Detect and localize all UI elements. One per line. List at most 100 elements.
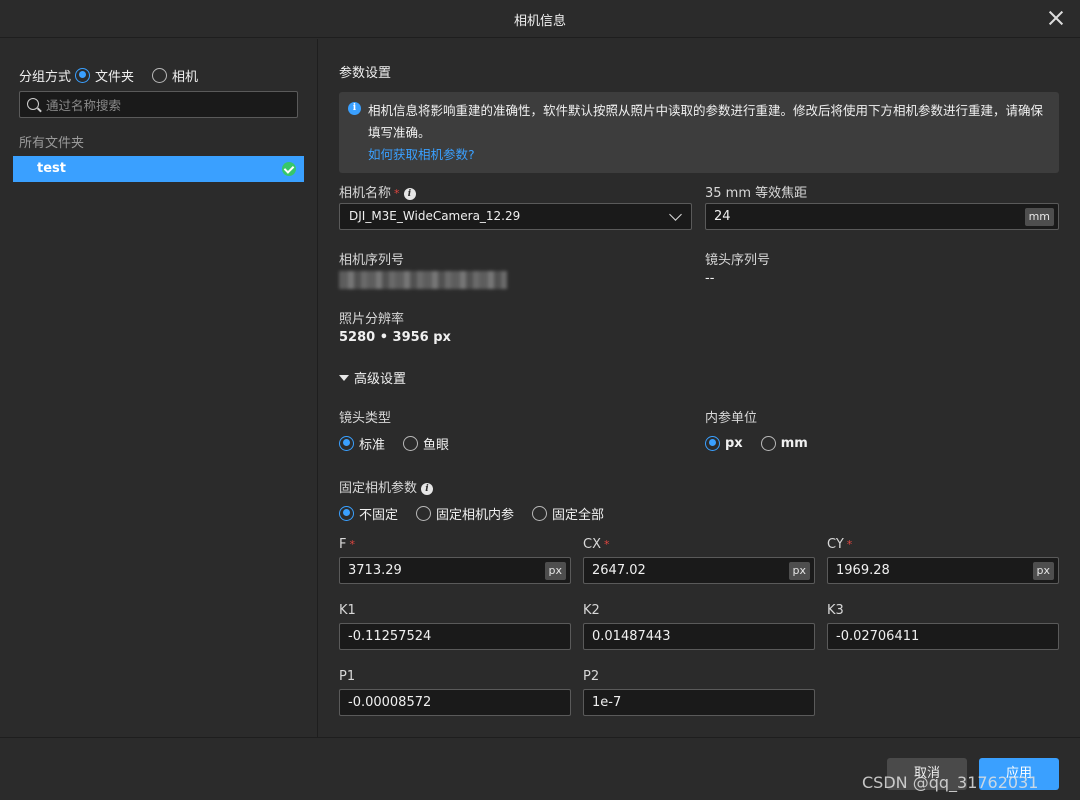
how-to-get-params-link[interactable]: 如何获取相机参数? [368,144,475,163]
resolution-value: 5280 • 3956 px [339,330,451,345]
focal-length-value: 24 [714,209,731,224]
folder-item-test[interactable]: test [13,156,304,182]
fix-all-label: 固定全部 [552,507,605,523]
radio-selected-icon [705,435,720,451]
radio-unselected-icon [403,435,419,451]
required-mark: * [603,538,610,551]
unit-badge: px [544,562,566,580]
unit-mm-label: mm [780,435,808,451]
unit-badge: px [788,562,810,580]
scrollbar[interactable] [1072,39,1080,737]
fix-params-label-row: 固定相机参数 i [339,477,434,496]
cy-label-row: CY * [827,537,852,552]
check-circle-icon [282,162,296,176]
camera-name-select[interactable]: DJI_M3E_WideCamera_12.29 [339,203,692,230]
cx-label: CX [583,537,601,552]
group-by-camera-radio[interactable]: 相机 [152,66,198,85]
p1-value: -0.00008572 [348,695,432,710]
f-label: F [339,537,347,552]
cy-label: CY [827,537,844,552]
lens-standard-radio[interactable]: 标准 [339,434,385,453]
focal-length-field[interactable]: 24 mm [705,203,1059,230]
chevron-down-icon [669,208,682,221]
cy-value: 1969.28 [836,563,890,578]
camera-name-label-row: 相机名称 * i [339,182,416,201]
camera-serial-redacted [339,271,507,289]
section-title: 参数设置 [339,66,392,81]
fix-intrinsics-radio[interactable]: 固定相机内参 [416,504,514,523]
k2-field[interactable]: 0.01487443 [583,623,815,650]
k2-label: K2 [583,603,600,618]
cx-value: 2647.02 [592,563,646,578]
required-mark: * [394,187,400,200]
radio-selected-icon [75,67,91,83]
intrinsic-unit-radios: px mm [705,434,826,452]
resolution-label: 照片分辨率 [339,312,405,327]
fix-none-radio[interactable]: 不固定 [339,504,398,523]
p2-label: P2 [583,669,600,684]
k1-label: K1 [339,603,356,618]
parameters-panel: 参数设置 i 相机信息将影响重建的准确性，软件默认按照从照片中读取的参数进行重建… [319,39,1080,737]
info-message: 相机信息将影响重建的准确性，软件默认按照从照片中读取的参数进行重建。修改后将使用… [368,103,1044,140]
fix-intrinsics-label: 固定相机内参 [436,507,515,523]
fix-none-label: 不固定 [359,507,399,523]
k2-value: 0.01487443 [592,629,671,644]
radio-selected-icon [339,435,354,451]
p1-label: P1 [339,669,356,684]
group-by-folder-radio[interactable]: 文件夹 [75,66,134,85]
watermark: CSDN @qq_31762031 [862,773,1039,792]
fix-params-label: 固定相机参数 [339,481,418,496]
group-by-label: 分组方式 [19,69,72,85]
k3-field[interactable]: -0.02706411 [827,623,1059,650]
f-field[interactable]: 3713.29 px [339,557,571,584]
radio-unselected-icon [416,505,432,521]
left-panel: 分组方式 文件夹 相机 所有文件夹 test [0,39,318,737]
lens-standard-label: 标准 [359,437,386,453]
radio-unselected-icon [760,435,776,451]
info-tooltip-icon[interactable]: i [403,188,416,200]
k1-field[interactable]: -0.11257524 [339,623,571,650]
search-box [19,91,298,118]
group-by-row: 分组方式 文件夹 相机 [19,66,216,85]
p2-field[interactable]: 1e-7 [583,689,815,716]
cx-field[interactable]: 2647.02 px [583,557,815,584]
advanced-settings-label: 高级设置 [354,372,407,387]
p2-value: 1e-7 [592,695,622,710]
lens-serial-value: -- [705,271,715,286]
cy-field[interactable]: 1969.28 px [827,557,1059,584]
title-bar: 相机信息 [0,0,1080,38]
lens-fisheye-radio[interactable]: 鱼眼 [403,434,449,453]
radio-selected-icon [339,505,354,521]
intrinsic-unit-label: 内参单位 [705,411,758,426]
unit-mm-radio[interactable]: mm [760,435,808,451]
caret-down-icon [339,374,349,381]
required-mark: * [349,538,355,551]
unit-px-radio[interactable]: px [705,435,743,451]
p1-field[interactable]: -0.00008572 [339,689,571,716]
search-input[interactable] [46,95,291,115]
f-value: 3713.29 [348,563,402,578]
group-by-camera-label: 相机 [172,69,199,85]
lens-fisheye-label: 鱼眼 [423,437,450,453]
folder-name: test [37,161,66,176]
fix-params-radios: 不固定 固定相机内参 固定全部 [339,504,622,523]
all-folders-label: 所有文件夹 [19,136,85,151]
required-mark: * [846,538,853,551]
dialog-footer: 取消 应用 CSDN @qq_31762031 [0,737,1080,800]
advanced-settings-toggle[interactable]: 高级设置 [339,368,406,387]
k3-label: K3 [827,603,844,618]
close-icon[interactable] [1046,8,1066,28]
lens-serial-label: 镜头序列号 [705,253,771,268]
k1-value: -0.11257524 [348,629,432,644]
search-icon [27,98,39,110]
camera-name-value: DJI_M3E_WideCamera_12.29 [349,209,521,223]
info-icon: i [348,102,361,115]
camera-name-label: 相机名称 [339,186,392,201]
window-title: 相机信息 [513,14,566,29]
info-tooltip-icon[interactable]: i [421,483,434,495]
lens-type-label: 镜头类型 [339,411,392,426]
f-label-row: F * [339,537,355,552]
focal-length-label: 35 mm 等效焦距 [705,186,808,201]
unit-badge: mm [1024,208,1054,226]
fix-all-radio[interactable]: 固定全部 [532,504,604,523]
